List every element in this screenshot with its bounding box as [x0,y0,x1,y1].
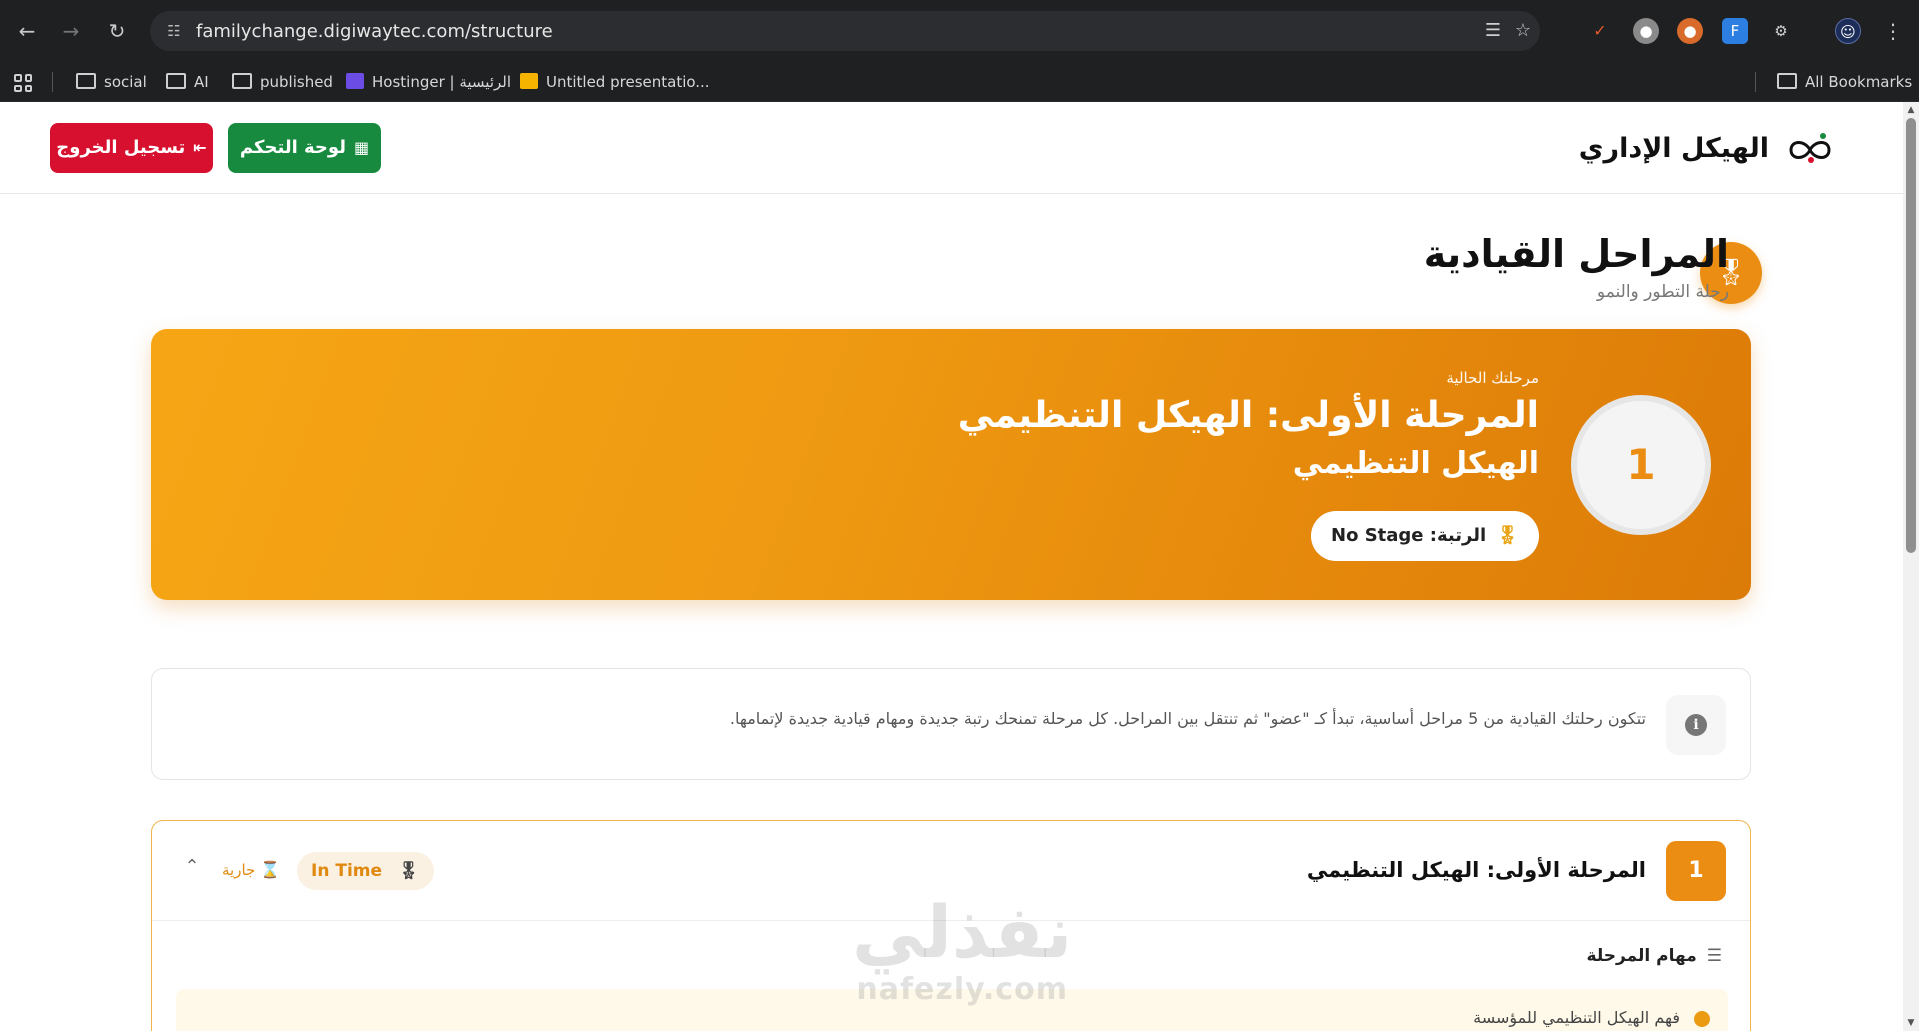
medal-small-icon: 🎖 [1496,525,1519,546]
extension-fi-icon[interactable]: F [1722,18,1748,44]
dashboard-grid-icon: ▦ [353,138,370,157]
apps-grid-icon[interactable] [14,74,32,92]
profile-avatar-icon[interactable]: ☺ [1835,18,1861,44]
browser-toolbar: ← → ↻ ☷ familychange.digiwaytec.com/stru… [0,0,1919,62]
chevron-up-icon[interactable]: ⌃ [182,857,202,877]
dashboard-label: لوحة التحكم [239,137,346,158]
url-text[interactable]: familychange.digiwaytec.com/structure [196,21,553,42]
folder-icon [166,73,186,89]
bookmark-hostinger[interactable]: Hostinger | الرئيسية [346,72,511,92]
brand-logo-icon [1789,133,1831,163]
hostinger-icon [346,73,364,89]
forward-icon[interactable]: → [58,18,84,44]
all-bookmarks[interactable]: All Bookmarks [1777,72,1912,92]
section-header: المراحل القيادية رحلة التطور والنمو [1424,232,1729,302]
current-stage-subtitle: الهيكل التنظيمي [1292,446,1539,481]
list-icon: ☰ [1706,946,1722,966]
folder-icon [232,73,252,89]
bookmark-label: social [104,73,147,91]
rank-label: الرتبة: No Stage [1331,525,1487,546]
bookmarks-bar: social AI published Hostinger | الرئيسية… [0,62,1919,102]
bookmark-label: published [260,73,333,91]
extensions-puzzle-icon[interactable]: ⚙ [1768,18,1794,44]
watermark-arabic: نفذلي [852,890,1073,974]
bookmark-label: Hostinger | الرئيسية [372,73,512,91]
scroll-up-arrow[interactable]: ▲ [1905,105,1917,115]
scrollbar-thumb[interactable] [1906,118,1916,553]
status-label: جارية [222,861,256,879]
bookmark-ai[interactable]: AI [166,72,209,92]
bookmark-published[interactable]: published [232,72,333,92]
in-time-label: In Time [311,861,383,881]
menu-kebab-icon[interactable]: ⋮ [1880,18,1906,44]
bookmarks-divider [52,72,53,92]
stage-card-title: المرحلة الأولى: الهيكل التنظيمي [1306,858,1646,882]
info-box: i تتكون رحلتك القيادية من 5 مراحل أساسية… [151,668,1751,780]
in-time-badge: In Time 🎖 [297,852,434,890]
bookmark-social[interactable]: social [76,72,147,92]
dashboard-button[interactable]: ▦ لوحة التحكم [228,123,381,173]
page-subtitle: رحلة التطور والنمو [1596,282,1729,302]
page-content: ⇤ تسجيل الخروج ▦ لوحة التحكم الهيكل الإدار… [0,102,1919,1031]
folder-icon [1777,73,1797,89]
page-scrollbar[interactable]: ▲ ▼ [1903,102,1919,1031]
hourglass-icon: ⌛ [260,860,281,879]
tasks-heading-label: مهام المرحلة [1586,946,1697,966]
scroll-down-arrow[interactable]: ▼ [1905,1018,1917,1028]
task-dot-icon [1694,1011,1710,1027]
current-stage-label: مرحلتك الحالية [1446,369,1539,387]
task-label: فهم الهيكل التنظيمي للمؤسسة [1473,1008,1680,1027]
page-title: المراحل القيادية [1423,232,1729,276]
logout-button[interactable]: ⇤ تسجيل الخروج [50,123,213,173]
brand[interactable]: الهيكل الإداري [1579,128,1837,168]
stage-status: ⌛ جارية [222,860,280,879]
current-stage-title: المرحلة الأولى: الهيكل التنظيمي [957,395,1539,436]
extension-check-icon[interactable]: ✓ [1587,18,1613,44]
watermark: نفذلي nafezly.com [852,892,1072,1007]
bookmark-presentation[interactable]: Untitled presentatio... [520,72,710,92]
current-stage-text: مرحلتك الحالية المرحلة الأولى: الهيكل ال… [958,369,1539,481]
info-icon: i [1685,714,1707,736]
translate-icon[interactable]: ☰ [1482,20,1504,42]
stage-number-circle: 1 [1571,395,1711,535]
bookmarks-divider [1755,72,1756,92]
logout-icon: ⇤ [193,138,207,157]
site-info-icon[interactable]: ☷ [164,21,184,41]
bookmark-label: AI [194,73,209,91]
extension-globe-icon[interactable]: ● [1633,18,1659,44]
brand-title: الهيكل الإداري [1578,132,1769,164]
logout-label: تسجيل الخروج [56,137,186,158]
current-stage-banner: 1 مرحلتك الحالية المرحلة الأولى: الهيكل … [151,329,1751,600]
tasks-heading: ☰ مهام المرحلة [1587,946,1722,966]
slides-icon [520,73,538,89]
stage-number-badge: 1 [1666,841,1726,901]
folder-icon [76,73,96,89]
extension-cookie-icon[interactable]: ● [1677,18,1703,44]
star-icon[interactable]: ☆ [1512,20,1534,42]
info-icon-box: i [1666,695,1726,755]
bookmark-label: Untitled presentatio... [546,73,710,91]
watermark-latin: nafezly.com [856,972,1068,1007]
address-bar[interactable]: ☷ familychange.digiwaytec.com/structure … [150,11,1540,51]
medal-small-icon: 🎖 [392,861,420,881]
back-icon[interactable]: ← [14,18,40,44]
reload-icon[interactable]: ↻ [104,18,130,44]
rank-badge: 🎖 الرتبة: No Stage [1311,511,1539,561]
all-bookmarks-label: All Bookmarks [1805,73,1913,91]
info-text: تتكون رحلتك القيادية من 5 مراحل أساسية، … [729,709,1646,728]
site-header: ⇤ تسجيل الخروج ▦ لوحة التحكم الهيكل الإدار… [0,102,1903,194]
